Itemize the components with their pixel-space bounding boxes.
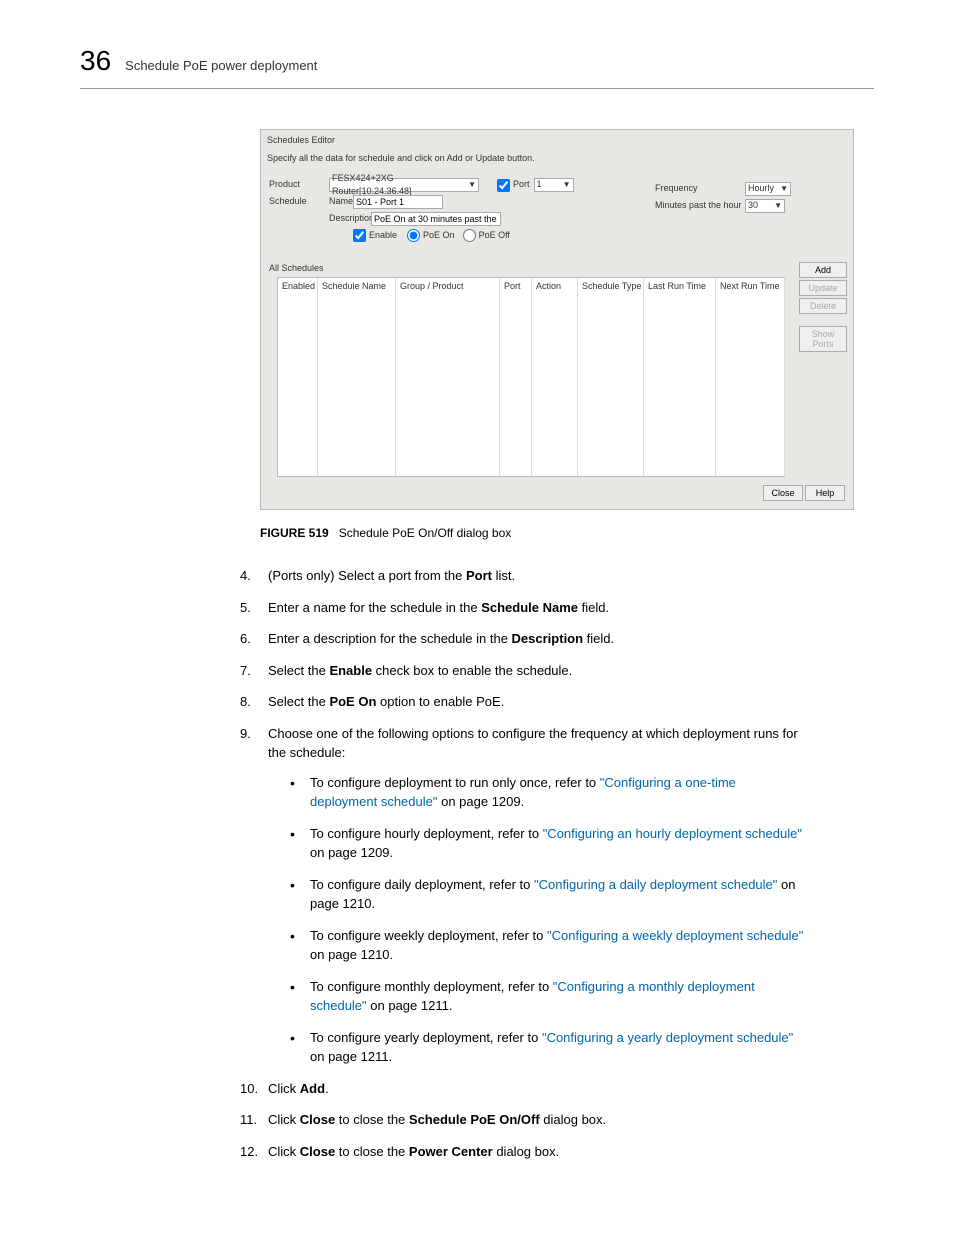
- help-button[interactable]: Help: [805, 485, 845, 501]
- chevron-down-icon: ▼: [770, 200, 782, 212]
- add-button[interactable]: Add: [799, 262, 847, 278]
- page-header: 36 Schedule PoE power deployment: [80, 40, 874, 89]
- minutes-label: Minutes past the hour: [655, 199, 745, 213]
- col-group-product[interactable]: Group / Product: [396, 278, 500, 476]
- all-schedules-label: All Schedules: [261, 260, 853, 278]
- minutes-value: 30: [748, 199, 758, 213]
- link-hourly[interactable]: "Configuring an hourly deployment schedu…: [543, 826, 802, 841]
- page-number: 36: [80, 40, 111, 82]
- col-next-run[interactable]: Next Run Time: [716, 278, 785, 476]
- dialog-figure: Schedules Editor Specify all the data fo…: [260, 129, 854, 510]
- dialog-title: Schedules Editor: [261, 130, 853, 152]
- col-schedule-name[interactable]: Schedule Name: [318, 278, 396, 476]
- steps-list: (Ports only) Select a port from the Port…: [240, 566, 804, 1161]
- poe-off-radio[interactable]: [463, 229, 476, 242]
- show-ports-button[interactable]: Show Ports: [799, 326, 847, 352]
- step-5: Enter a name for the schedule in the Sch…: [240, 598, 804, 618]
- poe-on-label: PoE On: [423, 229, 455, 243]
- delete-button[interactable]: Delete: [799, 298, 847, 314]
- enable-checkbox[interactable]: [353, 229, 366, 242]
- bullet-4: To configure weekly deployment, refer to…: [288, 926, 804, 965]
- header-title: Schedule PoE power deployment: [125, 56, 317, 76]
- step-12: Click Close to close the Power Center di…: [240, 1142, 804, 1162]
- col-enabled[interactable]: Enabled: [278, 278, 318, 476]
- step-7: Select the Enable check box to enable th…: [240, 661, 804, 681]
- port-value: 1: [537, 178, 542, 192]
- minutes-select[interactable]: 30 ▼: [745, 199, 785, 213]
- frequency-select[interactable]: Hourly ▼: [745, 182, 791, 196]
- chevron-down-icon: ▼: [776, 183, 788, 195]
- chevron-down-icon: ▼: [464, 179, 476, 191]
- bullet-5: To configure monthly deployment, refer t…: [288, 977, 804, 1016]
- poe-on-radio[interactable]: [407, 229, 420, 242]
- step-8: Select the PoE On option to enable PoE.: [240, 692, 804, 712]
- schedule-label: Schedule: [269, 195, 329, 209]
- schedules-editor-dialog: Schedules Editor Specify all the data fo…: [260, 129, 854, 510]
- bullet-2: To configure hourly deployment, refer to…: [288, 824, 804, 863]
- bottom-buttons: Close Help: [261, 477, 853, 509]
- product-label: Product: [269, 178, 329, 192]
- link-yearly[interactable]: "Configuring a yearly deployment schedul…: [542, 1030, 793, 1045]
- step-10: Click Add.: [240, 1079, 804, 1099]
- step-6: Enter a description for the schedule in …: [240, 629, 804, 649]
- side-buttons: Add Update Delete Show Ports: [799, 262, 847, 352]
- dialog-instruction: Specify all the data for schedule and cl…: [261, 152, 853, 172]
- figure-caption: FIGURE 519 Schedule PoE On/Off dialog bo…: [260, 524, 874, 542]
- figure-number: FIGURE 519: [260, 526, 329, 540]
- schedules-table: Enabled Schedule Name Group / Product Po…: [277, 277, 785, 477]
- step-11: Click Close to close the Schedule PoE On…: [240, 1110, 804, 1130]
- link-daily[interactable]: "Configuring a daily deployment schedule…: [534, 877, 777, 892]
- step-4: (Ports only) Select a port from the Port…: [240, 566, 804, 586]
- poe-off-label: PoE Off: [479, 229, 510, 243]
- name-label: Name: [329, 195, 347, 209]
- col-last-run[interactable]: Last Run Time: [644, 278, 716, 476]
- description-input[interactable]: [371, 212, 501, 226]
- port-label: Port: [513, 178, 530, 192]
- chevron-down-icon: ▼: [559, 179, 571, 191]
- col-action[interactable]: Action: [532, 278, 578, 476]
- bullet-1: To configure deployment to run only once…: [288, 773, 804, 812]
- frequency-label: Frequency: [655, 182, 745, 196]
- col-port[interactable]: Port: [500, 278, 532, 476]
- name-input[interactable]: [353, 195, 443, 209]
- schedules-table-wrap: Enabled Schedule Name Group / Product Po…: [269, 277, 793, 477]
- form-area: Product FESX424+2XG Router[10.24.36.48] …: [261, 171, 853, 254]
- figure-text: Schedule PoE On/Off dialog box: [339, 526, 512, 540]
- step-9: Choose one of the following options to c…: [240, 724, 804, 1067]
- product-select[interactable]: FESX424+2XG Router[10.24.36.48] ▼: [329, 178, 479, 192]
- description-label: Description: [329, 212, 371, 226]
- enable-label: Enable: [369, 229, 397, 243]
- bullets: To configure deployment to run only once…: [288, 773, 804, 1067]
- bullet-6: To configure yearly deployment, refer to…: [288, 1028, 804, 1067]
- port-select[interactable]: 1 ▼: [534, 178, 574, 192]
- update-button[interactable]: Update: [799, 280, 847, 296]
- port-checkbox[interactable]: [497, 179, 510, 192]
- bullet-3: To configure daily deployment, refer to …: [288, 875, 804, 914]
- frequency-value: Hourly: [748, 182, 774, 196]
- close-button[interactable]: Close: [763, 485, 803, 501]
- col-schedule-type[interactable]: Schedule Type: [578, 278, 644, 476]
- link-weekly[interactable]: "Configuring a weekly deployment schedul…: [547, 928, 803, 943]
